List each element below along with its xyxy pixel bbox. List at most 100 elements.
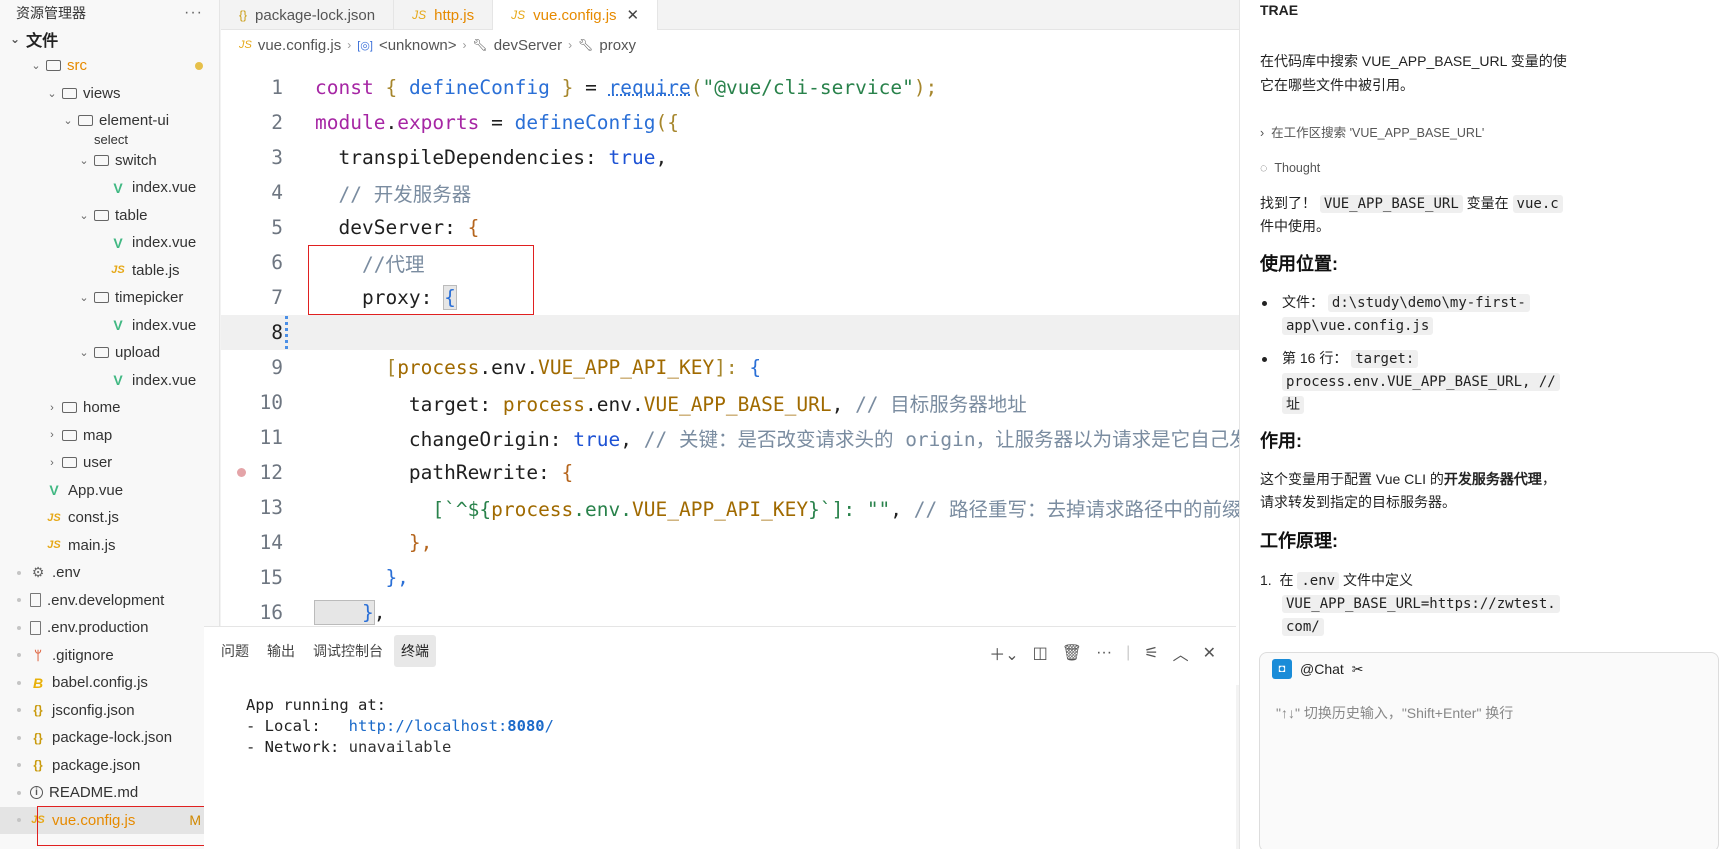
tree-item[interactable]: JS vue.config.js M — [0, 806, 219, 834]
tree-indent-dot — [17, 570, 21, 575]
tree-item[interactable]: {} jsconfig.json — [0, 697, 219, 725]
tree-item[interactable]: ⌄ upload — [0, 339, 219, 367]
tree-item[interactable]: Vindex.vue — [0, 174, 219, 202]
tree-item-label: main.js — [68, 536, 116, 554]
close-icon[interactable]: ✕ — [1203, 643, 1216, 663]
chat-input-placeholder[interactable]: "↑↓" 切换历史输入，"Shift+Enter" 换行 — [1276, 703, 1513, 723]
tab-terminal[interactable]: 终端 — [394, 635, 436, 667]
tree-item[interactable]: JS main.js — [0, 532, 219, 560]
tree-item[interactable]: .env.development — [0, 587, 219, 615]
folder-icon — [62, 457, 77, 469]
explorer-header: 资源管理器 ··· — [0, 0, 219, 26]
tree-indent-dot — [17, 625, 21, 630]
folder-icon — [78, 115, 93, 127]
tab-label: vue.config.js — [533, 6, 617, 24]
tree-item[interactable]: select — [0, 135, 219, 147]
tree-item[interactable]: Vindex.vue — [0, 367, 219, 395]
tree-indent-dot — [17, 680, 21, 685]
close-icon[interactable]: ✕ — [627, 6, 640, 24]
tree-item-label: vue.config.js — [52, 811, 136, 829]
editor-tabs: {} package-lock.json JS http.js JS vue.c… — [221, 0, 1361, 30]
tree-item-label: .gitignore — [52, 646, 114, 664]
trash-icon[interactable]: 🗑︎ — [1062, 643, 1082, 663]
chevron-up-icon[interactable]: ︿ — [1173, 641, 1189, 665]
tab-vue-config[interactable]: JS vue.config.js ✕ — [493, 0, 659, 30]
tree-item-label: index.vue — [132, 316, 197, 334]
code-line: 16 }, — [259, 600, 386, 625]
tree-item-label: index.vue — [132, 371, 197, 389]
tab-http-js[interactable]: JS http.js — [394, 0, 494, 30]
split-terminal-icon[interactable]: ◫ — [1033, 643, 1048, 663]
tree-item[interactable]: ⌄ switch — [0, 147, 219, 175]
js-file-icon: JS — [47, 539, 61, 552]
tab-output[interactable]: 输出 — [260, 635, 302, 667]
tree-item[interactable]: ᛘ .gitignore — [0, 642, 219, 670]
tab-debug-console[interactable]: 调试控制台 — [306, 635, 390, 667]
tree-item[interactable]: i README.md — [0, 779, 219, 807]
tree-item-label: switch — [115, 151, 157, 169]
code-line: 4 // 开发服务器 — [271, 181, 472, 206]
tree-item[interactable]: ⌄ element-ui — [0, 107, 219, 135]
add-terminal-icon[interactable]: ＋⌄ — [989, 641, 1018, 665]
more-icon[interactable]: ··· — [1096, 644, 1112, 662]
tree-item[interactable]: {} package.json — [0, 752, 219, 780]
tree-item[interactable]: Vindex.vue — [0, 229, 219, 257]
tree-item[interactable]: › home — [0, 394, 219, 422]
terminal-output[interactable]: App running at: - Local: http://localhos… — [246, 695, 554, 758]
chat-agent-icon: ◘ — [1272, 659, 1292, 679]
tree-item[interactable]: ⌄ table — [0, 202, 219, 230]
tree-item[interactable]: ⌄ src — [0, 52, 219, 80]
tree-item[interactable]: › map — [0, 422, 219, 450]
tree-item-label: jsconfig.json — [52, 701, 135, 719]
js-icon: JS — [511, 8, 526, 22]
chevron-down-icon: ⌄ — [31, 60, 41, 73]
tree-indent-dot — [17, 818, 21, 823]
chat-text: app\vue.config.js — [1282, 314, 1434, 337]
tree-item[interactable]: ⌄ timepicker — [0, 284, 219, 312]
tree-item-label: select — [94, 134, 128, 147]
breadcrumb-file[interactable]: vue.config.js — [258, 37, 341, 54]
chat-mode-bar[interactable]: ◘ @Chat ✂ — [1260, 653, 1718, 685]
thought-step[interactable]: ◌ Thought — [1260, 157, 1320, 179]
settings-icon[interactable]: ⚟ — [1144, 643, 1158, 663]
tree-item[interactable]: ⚙ .env — [0, 559, 219, 587]
tools-icon[interactable]: ✂ — [1352, 661, 1364, 678]
tree-item-label: babel.config.js — [52, 674, 148, 692]
js-icon: JS — [239, 39, 252, 51]
tree-item[interactable]: JS const.js — [0, 504, 219, 532]
chat-text: com/ — [1282, 615, 1324, 638]
tab-package-lock[interactable]: {} package-lock.json — [221, 0, 395, 30]
json-icon: {} — [239, 8, 248, 22]
tab-label: http.js — [434, 6, 475, 24]
tree-item[interactable]: {} package-lock.json — [0, 724, 219, 752]
tree-item-label: src — [67, 57, 87, 75]
json-file-icon: {} — [33, 758, 43, 773]
code-line: 6 //代理 — [271, 251, 425, 276]
tree-item[interactable]: V App.vue — [0, 477, 219, 505]
code-line: 14 }, — [259, 531, 433, 554]
tree-item[interactable]: › user — [0, 449, 219, 477]
section-files[interactable]: ⌄ 文件 — [0, 26, 219, 52]
tree-item[interactable]: Vindex.vue — [0, 312, 219, 340]
babel-file-icon: B — [32, 674, 44, 691]
breadcrumb-devserver[interactable]: devServer — [494, 37, 562, 54]
divider: | — [1126, 644, 1131, 661]
code-editor[interactable]: 1 const { defineConfig } = require("@vue… — [221, 70, 1351, 685]
tree-item[interactable]: .env.production — [0, 614, 219, 642]
chat-input-box[interactable]: ◘ @Chat ✂ "↑↓" 切换历史输入，"Shift+Enter" 换行 — [1259, 652, 1719, 849]
modified-indicator — [285, 316, 288, 349]
tab-problems[interactable]: 问题 — [214, 635, 256, 667]
code-line: 3 transpileDependencies: true, — [271, 146, 668, 169]
more-icon[interactable]: ··· — [184, 4, 203, 22]
tree-item[interactable]: Bbabel.config.js — [0, 669, 219, 697]
tree-item[interactable]: JS table.js — [0, 257, 219, 285]
vue-file-icon: V — [113, 234, 123, 251]
search-step[interactable]: › 在工作区搜索 'VUE_APP_BASE_URL' — [1260, 122, 1484, 144]
tree-item[interactable]: ⌄ views — [0, 80, 219, 108]
breakpoint-icon[interactable] — [237, 468, 246, 477]
tree-item-label: user — [83, 454, 113, 472]
breadcrumb-proxy[interactable]: proxy — [599, 37, 636, 54]
breadcrumb-unknown[interactable]: <unknown> — [379, 37, 457, 54]
tree-item-label: table — [115, 206, 148, 224]
js-file-icon: JS — [31, 814, 45, 827]
